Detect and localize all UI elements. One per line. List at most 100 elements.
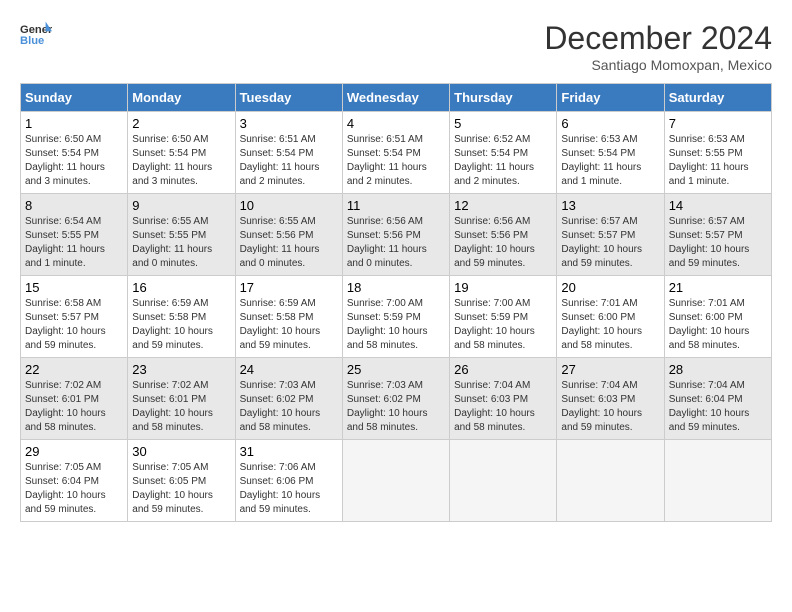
day-info: Sunrise: 6:55 AMSunset: 5:55 PMDaylight:… — [132, 215, 230, 271]
table-cell: 7 Sunrise: 6:53 AMSunset: 5:55 PMDaylight… — [664, 112, 771, 194]
day-number: 24 — [240, 362, 338, 377]
day-number: 31 — [240, 444, 338, 459]
table-cell: 21 Sunrise: 7:01 AMSunset: 6:00 PMDayligh… — [664, 276, 771, 358]
day-info: Sunrise: 6:52 AMSunset: 5:54 PMDaylight:… — [454, 133, 552, 189]
table-cell: 1 Sunrise: 6:50 AMSunset: 5:54 PMDaylight… — [21, 112, 128, 194]
col-saturday: Saturday — [664, 84, 771, 112]
day-number: 12 — [454, 198, 552, 213]
col-thursday: Thursday — [450, 84, 557, 112]
table-cell — [664, 440, 771, 522]
table-cell: 10 Sunrise: 6:55 AMSunset: 5:56 PMDayligh… — [235, 194, 342, 276]
day-info: Sunrise: 7:03 AMSunset: 6:02 PMDaylight:… — [240, 379, 338, 435]
day-info: Sunrise: 6:56 AMSunset: 5:56 PMDaylight:… — [347, 215, 445, 271]
day-info: Sunrise: 6:56 AMSunset: 5:56 PMDaylight:… — [454, 215, 552, 271]
week-row-5: 29Sunrise: 7:05 AMSunset: 6:04 PMDayligh… — [21, 440, 772, 522]
week-row-4: 22Sunrise: 7:02 AMSunset: 6:01 PMDayligh… — [21, 358, 772, 440]
day-number: 17 — [240, 280, 338, 295]
table-cell: 28Sunrise: 7:04 AMSunset: 6:04 PMDayligh… — [664, 358, 771, 440]
table-cell — [557, 440, 664, 522]
day-number: 8 — [25, 198, 123, 213]
title-block: December 2024 Santiago Momoxpan, Mexico — [544, 20, 772, 73]
table-cell: 16 Sunrise: 6:59 AMSunset: 5:58 PMDayligh… — [128, 276, 235, 358]
day-info: Sunrise: 7:04 AMSunset: 6:03 PMDaylight:… — [561, 379, 659, 435]
table-cell: 23Sunrise: 7:02 AMSunset: 6:01 PMDayligh… — [128, 358, 235, 440]
day-info: Sunrise: 6:50 AMSunset: 5:54 PMDaylight:… — [25, 133, 123, 189]
day-info: Sunrise: 6:57 AMSunset: 5:57 PMDaylight:… — [669, 215, 767, 271]
table-cell: 8 Sunrise: 6:54 AMSunset: 5:55 PMDaylight… — [21, 194, 128, 276]
table-cell: 12 Sunrise: 6:56 AMSunset: 5:56 PMDayligh… — [450, 194, 557, 276]
day-number: 21 — [669, 280, 767, 295]
day-info: Sunrise: 6:59 AMSunset: 5:58 PMDaylight:… — [240, 297, 338, 353]
day-number: 27 — [561, 362, 659, 377]
month-year-title: December 2024 — [544, 20, 772, 57]
table-cell: 20 Sunrise: 7:01 AMSunset: 6:00 PMDayligh… — [557, 276, 664, 358]
table-cell: 19Sunrise: 7:00 AMSunset: 5:59 PMDayligh… — [450, 276, 557, 358]
table-cell: 27 Sunrise: 7:04 AMSunset: 6:03 PMDayligh… — [557, 358, 664, 440]
table-cell: 5 Sunrise: 6:52 AMSunset: 5:54 PMDaylight… — [450, 112, 557, 194]
day-info: Sunrise: 6:55 AMSunset: 5:56 PMDaylight:… — [240, 215, 338, 271]
col-sunday: Sunday — [21, 84, 128, 112]
day-info: Sunrise: 7:02 AMSunset: 6:01 PMDaylight:… — [25, 379, 123, 435]
day-number: 28 — [669, 362, 767, 377]
day-info: Sunrise: 6:54 AMSunset: 5:55 PMDaylight:… — [25, 215, 123, 271]
day-number: 25 — [347, 362, 445, 377]
day-number: 1 — [25, 116, 123, 131]
day-info: Sunrise: 7:03 AMSunset: 6:02 PMDaylight:… — [347, 379, 445, 435]
day-number: 16 — [132, 280, 230, 295]
day-info: Sunrise: 6:51 AMSunset: 5:54 PMDaylight:… — [240, 133, 338, 189]
table-cell: 22Sunrise: 7:02 AMSunset: 6:01 PMDayligh… — [21, 358, 128, 440]
day-info: Sunrise: 7:01 AMSunset: 6:00 PMDaylight:… — [669, 297, 767, 353]
day-number: 5 — [454, 116, 552, 131]
day-number: 14 — [669, 198, 767, 213]
day-info: Sunrise: 6:51 AMSunset: 5:54 PMDaylight:… — [347, 133, 445, 189]
day-info: Sunrise: 7:05 AMSunset: 6:05 PMDaylight:… — [132, 461, 230, 517]
table-cell: 17 Sunrise: 6:59 AMSunset: 5:58 PMDayligh… — [235, 276, 342, 358]
day-number: 9 — [132, 198, 230, 213]
day-info: Sunrise: 6:50 AMSunset: 5:54 PMDaylight:… — [132, 133, 230, 189]
location-subtitle: Santiago Momoxpan, Mexico — [544, 57, 772, 73]
day-info: Sunrise: 7:00 AMSunset: 5:59 PMDaylight:… — [454, 297, 552, 353]
table-cell: 29Sunrise: 7:05 AMSunset: 6:04 PMDayligh… — [21, 440, 128, 522]
day-number: 3 — [240, 116, 338, 131]
calendar-table: Sunday Monday Tuesday Wednesday Thursday… — [20, 83, 772, 522]
table-cell: 18Sunrise: 7:00 AMSunset: 5:59 PMDayligh… — [342, 276, 449, 358]
table-cell — [342, 440, 449, 522]
col-friday: Friday — [557, 84, 664, 112]
logo-icon: General Blue — [20, 20, 52, 48]
day-info: Sunrise: 6:53 AMSunset: 5:54 PMDaylight:… — [561, 133, 659, 189]
week-row-1: 1 Sunrise: 6:50 AMSunset: 5:54 PMDaylight… — [21, 112, 772, 194]
day-number: 11 — [347, 198, 445, 213]
day-info: Sunrise: 7:01 AMSunset: 6:00 PMDaylight:… — [561, 297, 659, 353]
day-number: 6 — [561, 116, 659, 131]
table-cell — [450, 440, 557, 522]
day-info: Sunrise: 6:57 AMSunset: 5:57 PMDaylight:… — [561, 215, 659, 271]
day-number: 30 — [132, 444, 230, 459]
table-cell: 6 Sunrise: 6:53 AMSunset: 5:54 PMDaylight… — [557, 112, 664, 194]
day-number: 13 — [561, 198, 659, 213]
table-cell: 11 Sunrise: 6:56 AMSunset: 5:56 PMDayligh… — [342, 194, 449, 276]
day-number: 26 — [454, 362, 552, 377]
calendar-header-row: Sunday Monday Tuesday Wednesday Thursday… — [21, 84, 772, 112]
day-info: Sunrise: 7:04 AMSunset: 6:03 PMDaylight:… — [454, 379, 552, 435]
day-number: 7 — [669, 116, 767, 131]
table-cell: 15Sunrise: 6:58 AMSunset: 5:57 PMDayligh… — [21, 276, 128, 358]
day-number: 29 — [25, 444, 123, 459]
day-info: Sunrise: 6:58 AMSunset: 5:57 PMDaylight:… — [25, 297, 123, 353]
page-header: General Blue December 2024 Santiago Momo… — [20, 20, 772, 73]
col-tuesday: Tuesday — [235, 84, 342, 112]
day-info: Sunrise: 7:06 AMSunset: 6:06 PMDaylight:… — [240, 461, 338, 517]
day-info: Sunrise: 6:59 AMSunset: 5:58 PMDaylight:… — [132, 297, 230, 353]
table-cell: 3 Sunrise: 6:51 AMSunset: 5:54 PMDaylight… — [235, 112, 342, 194]
table-cell: 13 Sunrise: 6:57 AMSunset: 5:57 PMDayligh… — [557, 194, 664, 276]
day-number: 10 — [240, 198, 338, 213]
table-cell: 4Sunrise: 6:51 AMSunset: 5:54 PMDaylight… — [342, 112, 449, 194]
day-number: 18 — [347, 280, 445, 295]
day-number: 20 — [561, 280, 659, 295]
day-number: 23 — [132, 362, 230, 377]
week-row-2: 8 Sunrise: 6:54 AMSunset: 5:55 PMDaylight… — [21, 194, 772, 276]
table-cell: 25 Sunrise: 7:03 AMSunset: 6:02 PMDayligh… — [342, 358, 449, 440]
table-cell: 2Sunrise: 6:50 AMSunset: 5:54 PMDaylight… — [128, 112, 235, 194]
day-info: Sunrise: 6:53 AMSunset: 5:55 PMDaylight:… — [669, 133, 767, 189]
table-cell: 31 Sunrise: 7:06 AMSunset: 6:06 PMDayligh… — [235, 440, 342, 522]
svg-text:Blue: Blue — [20, 35, 44, 47]
